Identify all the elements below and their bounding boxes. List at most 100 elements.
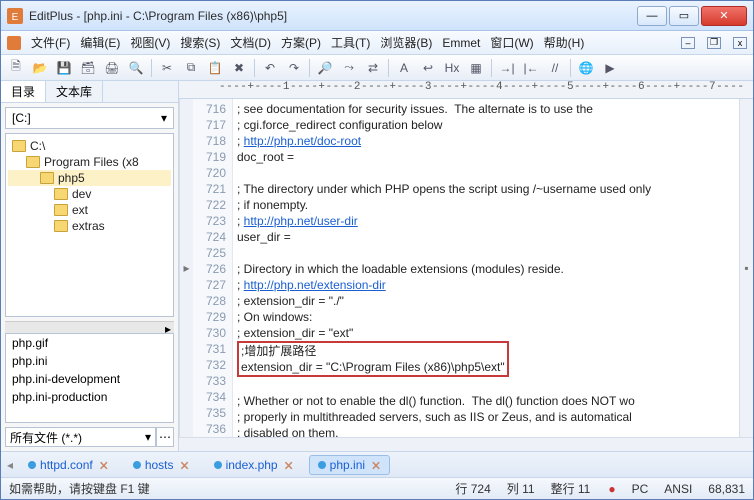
close-icon[interactable]: ⨯ bbox=[284, 458, 294, 472]
menu-window[interactable]: 窗口(W) bbox=[490, 34, 533, 51]
tree-label: Program Files (x8 bbox=[44, 155, 139, 169]
directory-tree[interactable]: C:\Program Files (x8 php5devextextras bbox=[5, 133, 174, 317]
chevron-down-icon: ▾ bbox=[161, 111, 167, 125]
file-item[interactable]: php.gif bbox=[6, 334, 173, 352]
sidebar-tab-textlib[interactable]: 文本库 bbox=[46, 81, 103, 102]
window-buttons: — ▭ ✕ bbox=[637, 6, 747, 26]
save-button[interactable]: 💾 bbox=[53, 57, 75, 79]
menu-view[interactable]: 视图(V) bbox=[130, 34, 170, 51]
app-window: E EditPlus - [php.ini - C:\Program Files… bbox=[0, 0, 754, 500]
doc-tab[interactable]: hosts⨯ bbox=[124, 455, 199, 475]
delete-button[interactable]: ✖ bbox=[228, 57, 250, 79]
sidebar-tab-directory[interactable]: 目录 bbox=[1, 81, 46, 102]
document-tabbar: ◂ httpd.conf⨯ hosts⨯ index.php⨯ php.ini⨯ bbox=[1, 451, 753, 477]
doc-link[interactable]: http://php.net/extension-dir bbox=[244, 278, 386, 292]
undo-button[interactable]: ↶ bbox=[259, 57, 281, 79]
titlebar[interactable]: E EditPlus - [php.ini - C:\Program Files… bbox=[1, 1, 753, 31]
mdi-close-button[interactable]: x bbox=[733, 37, 747, 49]
tree-item[interactable]: Program Files (x8 bbox=[8, 154, 171, 170]
menu-search[interactable]: 搜索(S) bbox=[180, 34, 220, 51]
status-size: 68,831 bbox=[708, 482, 745, 496]
filter-config-button[interactable]: ⋯ bbox=[156, 427, 174, 447]
indent-button[interactable]: →| bbox=[496, 57, 518, 79]
marker-button[interactable]: ▦ bbox=[465, 57, 487, 79]
comment-button[interactable]: // bbox=[544, 57, 566, 79]
tree-hscroll[interactable]: ▸ bbox=[5, 321, 174, 333]
close-icon[interactable]: ⨯ bbox=[371, 458, 381, 472]
tree-item[interactable]: C:\ bbox=[8, 138, 171, 154]
menu-help[interactable]: 帮助(H) bbox=[544, 34, 585, 51]
status-pc: PC bbox=[632, 482, 649, 496]
tab-scroll-left-icon[interactable]: ◂ bbox=[7, 458, 13, 472]
hex-button[interactable]: Hx bbox=[441, 57, 463, 79]
doc-icon bbox=[28, 461, 36, 469]
menubar: 文件(F) 编辑(E) 视图(V) 搜索(S) 文档(D) 方案(P) 工具(T… bbox=[1, 31, 753, 55]
drive-selector[interactable]: [C:] ▾ bbox=[5, 107, 174, 129]
statusbar: 如需帮助，请按键盘 F1 键 行 724 列 11 整行 11 ● PC ANS… bbox=[1, 477, 753, 499]
print-button[interactable]: 🖨 bbox=[101, 57, 123, 79]
menu-browser[interactable]: 浏览器(B) bbox=[380, 34, 432, 51]
menu-emmet[interactable]: Emmet bbox=[442, 36, 480, 50]
menu-project[interactable]: 方案(P) bbox=[281, 34, 321, 51]
filter-label: 所有文件 (*.*) bbox=[10, 429, 82, 446]
outdent-button[interactable]: |← bbox=[520, 57, 542, 79]
code-content[interactable]: ; see documentation for security issues.… bbox=[233, 99, 739, 437]
app-icon: E bbox=[7, 8, 23, 24]
findnext-button[interactable]: ⤳ bbox=[338, 57, 360, 79]
doc-link[interactable]: http://php.net/doc-root bbox=[244, 134, 361, 148]
saveall-button[interactable]: 🗃 bbox=[77, 57, 99, 79]
menu-document[interactable]: 文档(D) bbox=[230, 34, 271, 51]
open-button[interactable]: 📂 bbox=[29, 57, 51, 79]
wrap-button[interactable]: ↩ bbox=[417, 57, 439, 79]
hscrollbar[interactable] bbox=[179, 437, 753, 451]
vscrollbar[interactable]: ▪ bbox=[739, 99, 753, 437]
folder-icon bbox=[54, 188, 68, 200]
tree-item[interactable]: dev bbox=[8, 186, 171, 202]
maximize-button[interactable]: ▭ bbox=[669, 6, 699, 26]
file-item[interactable]: php.ini-development bbox=[6, 370, 173, 388]
menu-tool[interactable]: 工具(T) bbox=[331, 34, 370, 51]
cut-button[interactable]: ✂ bbox=[156, 57, 178, 79]
paste-button[interactable]: 📋 bbox=[204, 57, 226, 79]
menu-file[interactable]: 文件(F) bbox=[31, 34, 70, 51]
close-icon[interactable]: ⨯ bbox=[99, 458, 109, 472]
doc-tab[interactable]: httpd.conf⨯ bbox=[19, 455, 118, 475]
svg-text:E: E bbox=[12, 12, 19, 23]
fold-bar[interactable]: ▸ bbox=[179, 99, 193, 437]
doc-tab[interactable]: index.php⨯ bbox=[205, 455, 303, 475]
tree-label: php5 bbox=[58, 171, 85, 185]
sidebar-tabs: 目录 文本库 bbox=[1, 81, 178, 103]
status-chars: 整行 11 bbox=[551, 480, 591, 497]
menu-edit[interactable]: 编辑(E) bbox=[80, 34, 120, 51]
code-area: ▸ 71671771871972072172272372472572672772… bbox=[179, 99, 753, 437]
close-button[interactable]: ✕ bbox=[701, 6, 747, 26]
tree-item[interactable]: php5 bbox=[8, 170, 171, 186]
web-button[interactable]: 🌐 bbox=[575, 57, 597, 79]
ruler: ----+----1----+----2----+----3----+----4… bbox=[179, 81, 753, 99]
font-button[interactable]: A bbox=[393, 57, 415, 79]
file-list[interactable]: php.gifphp.iniphp.ini-developmentphp.ini… bbox=[5, 333, 174, 423]
preview-button[interactable]: 🔍 bbox=[125, 57, 147, 79]
doc-tab[interactable]: php.ini⨯ bbox=[309, 455, 390, 475]
mdi-restore-button[interactable]: ❐ bbox=[707, 37, 721, 49]
replace-button[interactable]: ⇄ bbox=[362, 57, 384, 79]
mdi-min-button[interactable]: – bbox=[681, 37, 695, 49]
tree-item[interactable]: ext bbox=[8, 202, 171, 218]
doc-icon bbox=[214, 461, 222, 469]
new-button[interactable]: 🗎 bbox=[5, 57, 27, 79]
minimize-button[interactable]: — bbox=[637, 6, 667, 26]
folder-icon bbox=[26, 156, 40, 168]
main-body: 目录 文本库 [C:] ▾ C:\Program Files (x8 php5de… bbox=[1, 81, 753, 451]
close-icon[interactable]: ⨯ bbox=[180, 458, 190, 472]
tree-item[interactable]: extras bbox=[8, 218, 171, 234]
file-item[interactable]: php.ini-production bbox=[6, 388, 173, 406]
record-icon[interactable]: ● bbox=[608, 482, 615, 496]
file-filter[interactable]: 所有文件 (*.*) ▾ bbox=[5, 427, 156, 447]
copy-button[interactable]: ⧉ bbox=[180, 57, 202, 79]
file-item[interactable]: php.ini bbox=[6, 352, 173, 370]
redo-button[interactable]: ↷ bbox=[283, 57, 305, 79]
doc-link[interactable]: http://php.net/user-dir bbox=[244, 214, 358, 228]
run-button[interactable]: ▶ bbox=[599, 57, 621, 79]
find-button[interactable]: 🔎 bbox=[314, 57, 336, 79]
tree-label: extras bbox=[72, 219, 105, 233]
